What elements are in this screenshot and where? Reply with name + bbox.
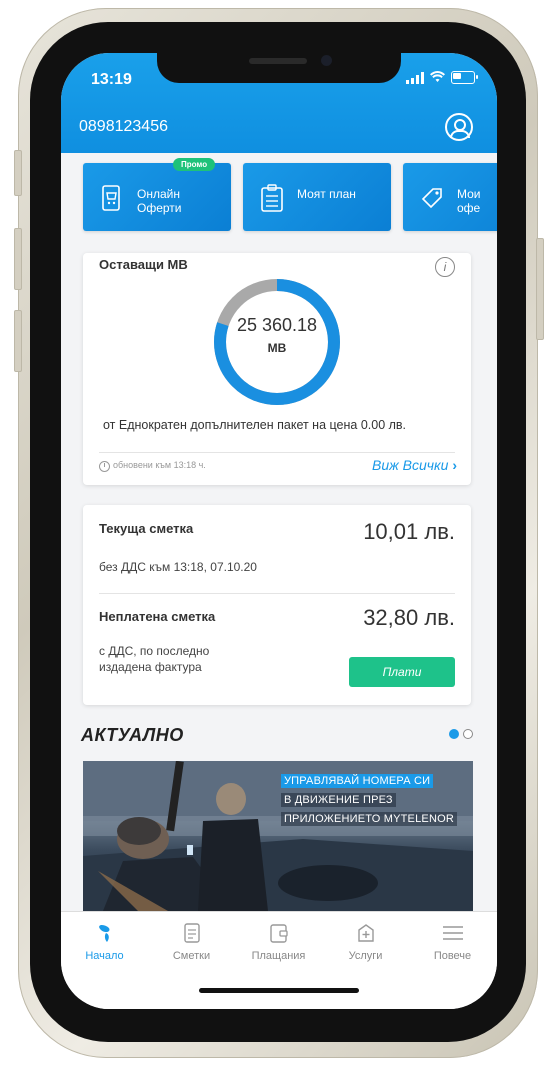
unpaid-bill-label: Неплатена сметка: [99, 609, 216, 624]
cart-icon: [102, 185, 120, 211]
divider: [99, 452, 455, 453]
offers-carousel[interactable]: Онлайн Оферти Промо Моят план Мои офе: [83, 158, 497, 231]
promo-badge: Промо: [173, 158, 216, 171]
camera: [321, 55, 332, 66]
tab-label: Плащания: [251, 950, 306, 962]
tab-services[interactable]: Услуги: [322, 922, 409, 962]
banner-line: ПРИЛОЖЕНИЕТО MYTELENOR: [280, 812, 457, 826]
phone-volume-up-button: [14, 228, 22, 290]
remaining-data-card: Оставащи МВ i 25 360.18 MB от Еднократен…: [83, 253, 471, 485]
phone-power-button: [536, 238, 544, 340]
tab-label: Сметки: [172, 950, 211, 962]
tab-payments[interactable]: Плащания: [235, 922, 322, 962]
remaining-data-title: Оставащи МВ: [99, 257, 188, 272]
my-offers-card[interactable]: Мои офе: [403, 163, 497, 231]
current-bill-label: Текуща сметка: [99, 521, 194, 536]
bottom-tab-bar: Начало Сметки Плащания Услуги Повече: [61, 911, 497, 1009]
my-plan-card[interactable]: Моят план: [243, 163, 391, 231]
phone-side-button: [14, 150, 22, 196]
clock-icon: [99, 461, 110, 472]
phone-number: 0898123456: [79, 118, 168, 135]
view-all-link[interactable]: Виж Всички ›: [372, 457, 457, 473]
profile-icon[interactable]: [445, 113, 473, 141]
carousel-dot[interactable]: [463, 729, 473, 739]
bill-card: Текуща сметка 10,01 лв. без ДДС към 13:1…: [83, 505, 471, 705]
offer-label: Мои офе: [457, 187, 481, 215]
menu-icon: [409, 922, 496, 944]
carousel-dot-active[interactable]: [449, 729, 459, 739]
unpaid-bill-amount: 32,80 лв.: [363, 605, 455, 630]
phone-volume-down-button: [14, 310, 22, 372]
telenor-logo-icon: [61, 922, 148, 944]
invoice-icon: [148, 922, 235, 944]
carousel-indicator[interactable]: [449, 729, 473, 739]
offer-label: Онлайн Оферти: [137, 187, 182, 215]
online-offers-card[interactable]: Онлайн Оферти Промо: [83, 158, 231, 231]
wallet-icon: [235, 922, 322, 944]
tab-bills[interactable]: Сметки: [148, 922, 235, 962]
clipboard-icon: [261, 184, 283, 212]
signal-icon: [406, 71, 424, 84]
data-package-description: от Еднократен допълнителен пакет на цена…: [103, 418, 407, 432]
unpaid-bill-note: с ДДС, по последно издадена фактура: [99, 644, 210, 674]
news-banner[interactable]: УПРАВЛЯВАЙ НОМЕРА СИ В ДВИЖЕНИЕ ПРЕЗ ПРИ…: [83, 761, 473, 911]
offer-label: Моят план: [297, 187, 356, 201]
data-donut-chart: 25 360.18 MB: [210, 275, 344, 409]
news-section-title: АКТУАЛНО: [81, 725, 184, 745]
battery-icon: [451, 71, 478, 84]
banner-caption: УПРАВЛЯВАЙ НОМЕРА СИ В ДВИЖЕНИЕ ПРЕЗ ПРИ…: [280, 771, 457, 828]
banner-line: В ДВИЖЕНИЕ ПРЕЗ: [280, 793, 396, 807]
tag-icon: [421, 188, 442, 209]
speaker: [249, 58, 307, 64]
chevron-right-icon: ›: [452, 457, 457, 473]
tab-label: Повече: [433, 950, 472, 962]
current-bill-amount: 10,01 лв.: [363, 519, 455, 544]
remaining-data-value: 25 360.18: [236, 315, 318, 335]
wifi-icon: [430, 71, 445, 84]
tab-label: Начало: [85, 950, 124, 962]
tab-home[interactable]: Начало: [61, 922, 148, 962]
current-bill-note: без ДДС към 13:18, 07.10.20: [99, 560, 257, 574]
tab-label: Услуги: [348, 950, 383, 962]
view-all-label: Виж Всички: [372, 457, 449, 473]
status-time: 13:19: [91, 71, 132, 88]
home-indicator: [199, 988, 359, 993]
pay-button[interactable]: Плати: [349, 657, 455, 687]
notch: [157, 53, 401, 83]
remaining-data-unit: MB: [267, 341, 287, 355]
info-icon[interactable]: i: [435, 257, 455, 277]
updated-time: обновени към 13:18 ч.: [113, 460, 206, 470]
services-icon: [322, 922, 409, 944]
status-icons: [406, 71, 478, 84]
divider: [99, 593, 455, 594]
banner-line: УПРАВЛЯВАЙ НОМЕРА СИ: [280, 774, 434, 788]
app-screen: 13:19 0898123456 Онлайн Оферти Промо Моя…: [61, 53, 497, 1009]
tab-more[interactable]: Повече: [409, 922, 496, 962]
